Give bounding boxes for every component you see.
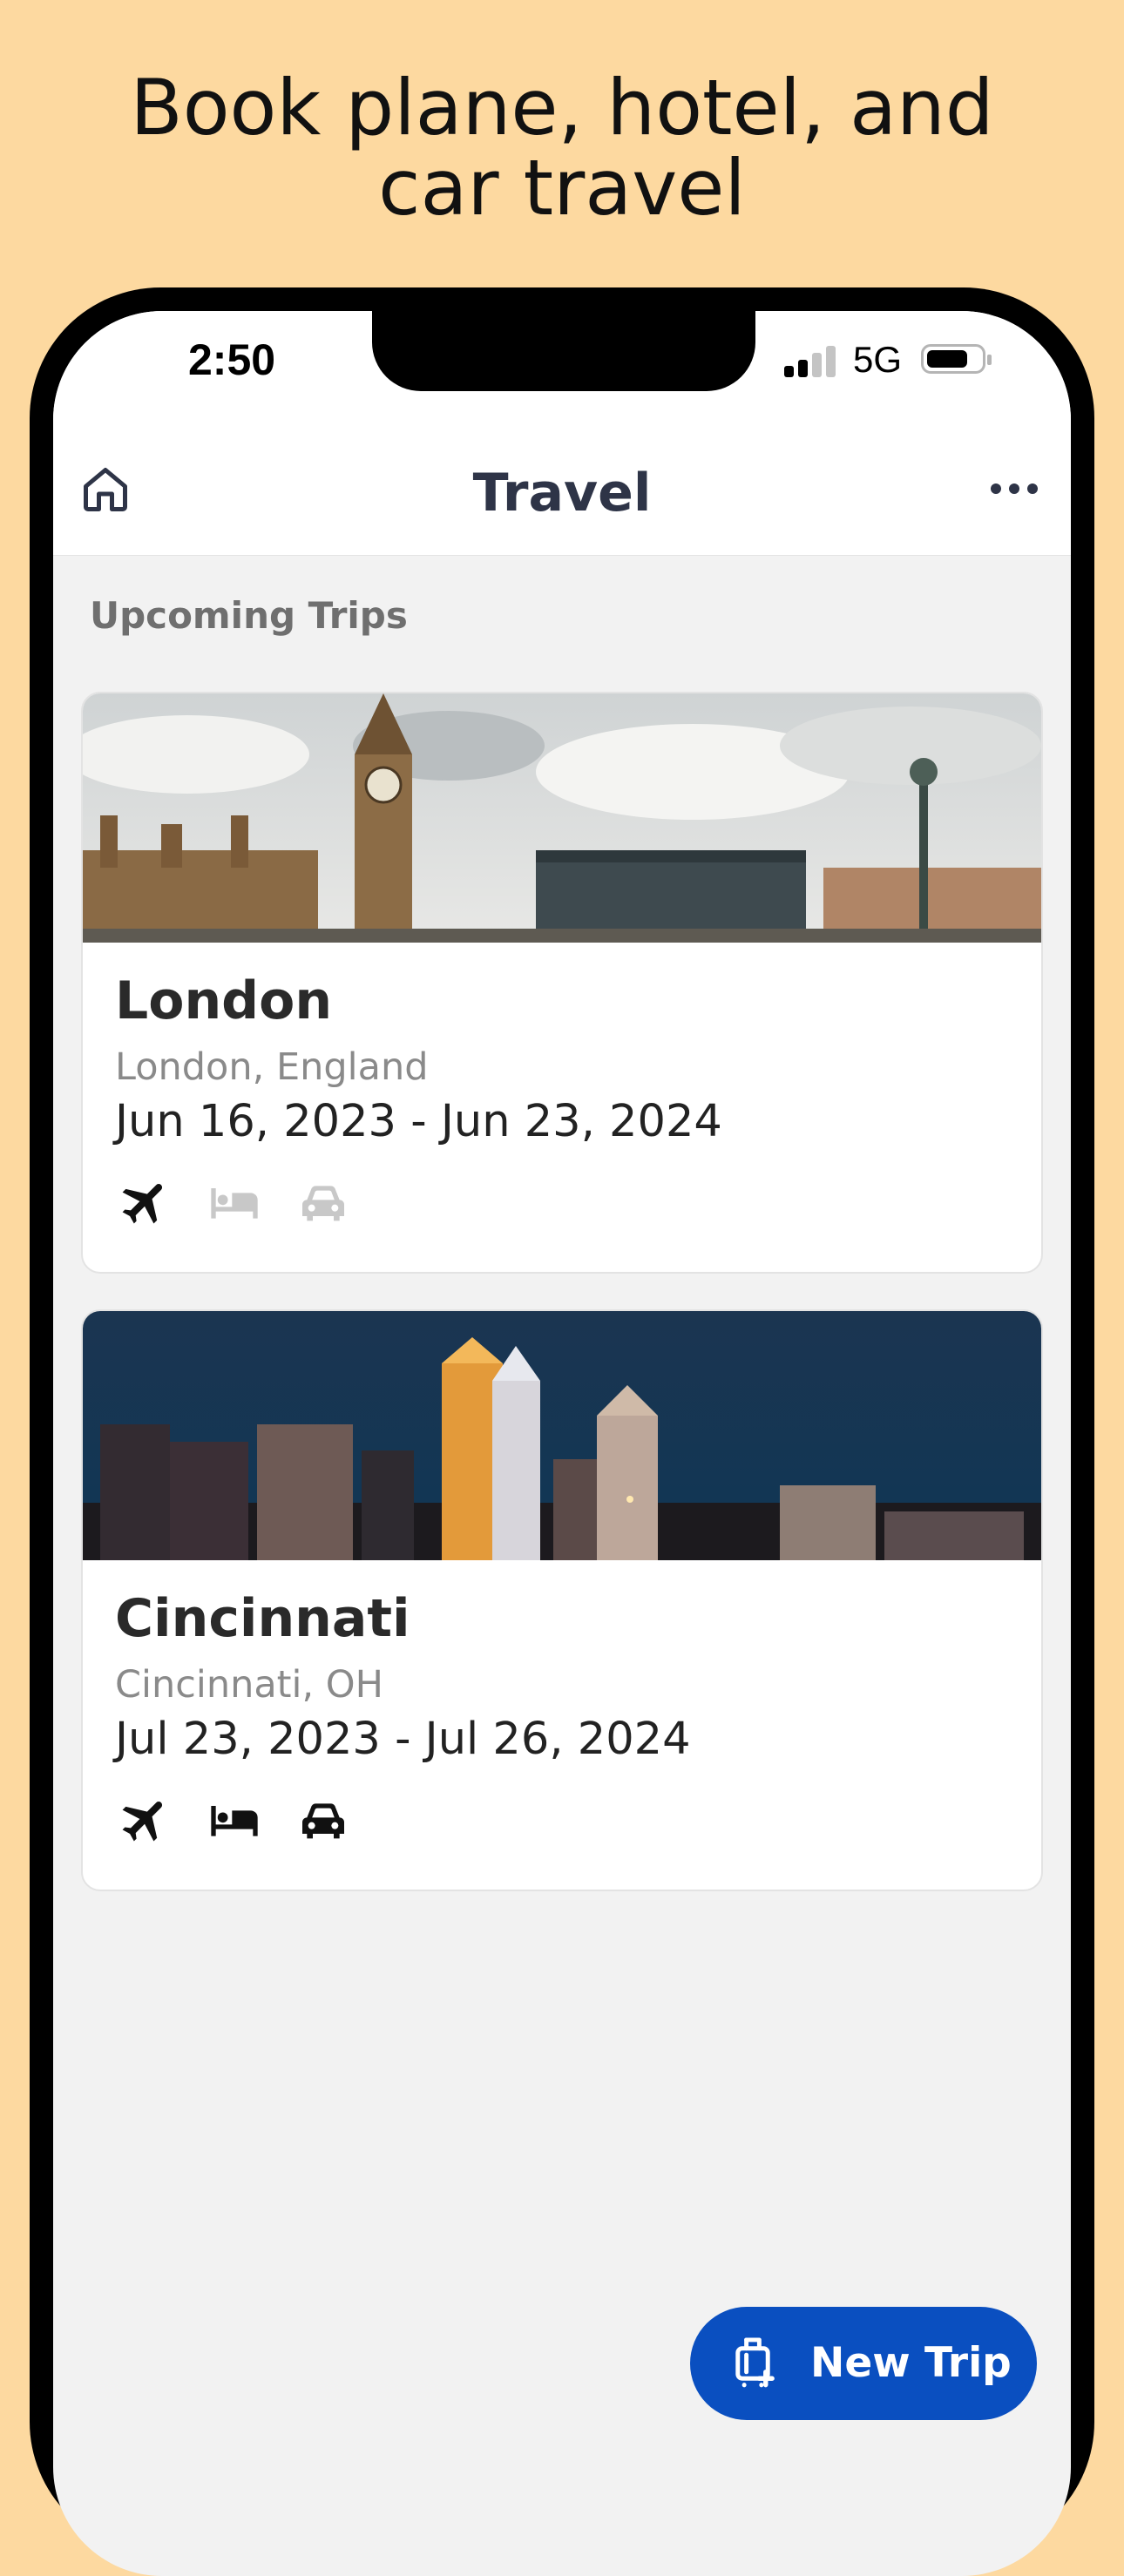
- trip-card-london[interactable]: London London, England Jun 16, 2023 - Ju…: [81, 692, 1043, 1274]
- trip-name: Cincinnati: [115, 1588, 410, 1649]
- trip-dates: Jun 16, 2023 - Jun 23, 2024: [115, 1096, 722, 1147]
- promo-headline-line-2: car travel: [378, 143, 746, 233]
- bed-icon: [211, 1188, 258, 1219]
- phone-frame: 2:50 5G Travel Upcoming Trips London Lon…: [30, 287, 1094, 2576]
- trip-name: London: [115, 970, 333, 1031]
- promo-headline-line-1: Book plane, hotel, and: [130, 63, 994, 152]
- notch: [372, 311, 755, 391]
- luggage-plus-icon: [735, 2337, 775, 2388]
- cincinnati-skyline-photo: [83, 1311, 1041, 1560]
- car-icon: [302, 1186, 344, 1221]
- phone-screen: 2:50 5G Travel Upcoming Trips London Lon…: [53, 311, 1071, 2576]
- network-type: 5G: [853, 339, 903, 380]
- more-button[interactable]: [989, 471, 1039, 506]
- trip-location: Cincinnati, OH: [115, 1663, 383, 1707]
- more-horizontal-icon: [991, 483, 1038, 494]
- new-trip-label: New Trip: [810, 2339, 1012, 2387]
- airplane-icon: [122, 1184, 163, 1224]
- trip-card-cincinnati[interactable]: Cincinnati Cincinnati, OH Jul 23, 2023 -…: [81, 1309, 1043, 1891]
- cellular-signal-icon: [784, 346, 836, 377]
- battery-icon: [921, 344, 992, 374]
- trip-dates: Jul 23, 2023 - Jul 26, 2024: [115, 1714, 691, 1765]
- bed-icon: [211, 1806, 258, 1836]
- trip-location: London, England: [115, 1045, 429, 1089]
- new-trip-button[interactable]: New Trip: [690, 2307, 1037, 2420]
- app-title: Travel: [472, 463, 652, 524]
- london-skyline-photo: [83, 693, 1041, 943]
- upcoming-trips-heading: Upcoming Trips: [90, 594, 408, 637]
- airplane-icon: [122, 1802, 163, 1842]
- app-bar: Travel: [53, 424, 1071, 556]
- promo-headline: Book plane, hotel, and car travel: [0, 68, 1124, 228]
- car-icon: [302, 1803, 344, 1839]
- status-time: 2:50: [188, 335, 276, 384]
